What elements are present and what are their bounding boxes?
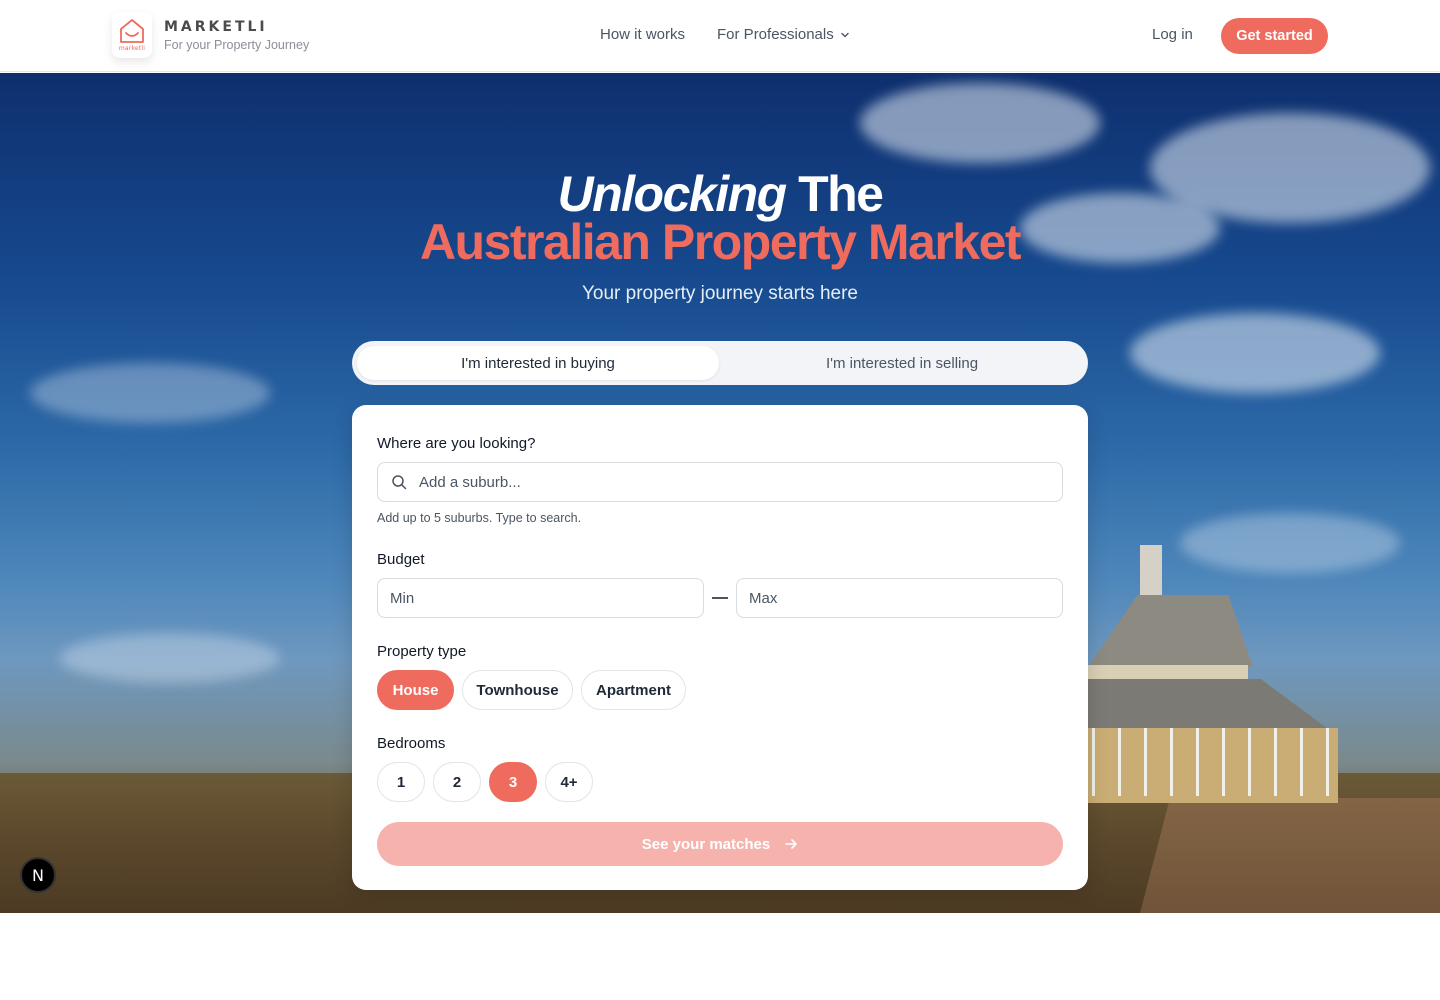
budget-min-input[interactable] <box>377 578 704 618</box>
bedrooms-label: Bedrooms <box>377 735 446 752</box>
house-smile-logo-icon <box>120 19 144 43</box>
bedrooms-option-2[interactable]: 2 <box>433 762 481 802</box>
cloud <box>1130 313 1380 393</box>
budget-max-input[interactable] <box>736 578 1063 618</box>
house-roof <box>1088 595 1253 667</box>
logo-word: marketli <box>118 45 146 52</box>
top-nav-bar: marketli MARKETLI For your Property Jour… <box>0 0 1440 72</box>
dirt-road <box>1140 798 1440 913</box>
search-form-card: Where are you looking? Add up to 5 subur… <box>352 405 1088 890</box>
budget-label: Budget <box>377 551 425 568</box>
suburb-search-field[interactable] <box>377 462 1063 502</box>
tab-selling[interactable]: I'm interested in selling <box>721 346 1083 380</box>
nav-for-professionals-label: For Professionals <box>717 26 834 43</box>
search-hint: Add up to 5 suburbs. Type to search. <box>377 511 582 525</box>
arrow-right-icon <box>785 839 798 849</box>
hero-subtitle: Your property journey starts here <box>581 283 858 304</box>
hero-section: Unlocking The Australian Property Market… <box>0 73 1440 913</box>
brand-tagline: For your Property Journey <box>164 37 310 52</box>
hero-title-line-2: Australian Property Market <box>419 214 1022 270</box>
veranda-roof <box>1088 679 1328 729</box>
property-type-apartment[interactable]: Apartment <box>581 670 686 710</box>
logo[interactable]: marketli <box>112 12 152 58</box>
cloud <box>30 363 270 423</box>
brand-name: MARKETLI <box>164 18 268 35</box>
nav-for-professionals[interactable]: For Professionals <box>717 26 850 43</box>
veranda-posts <box>1092 728 1332 796</box>
main-nav: How it works For Professionals <box>600 26 850 43</box>
intent-tabs: I'm interested in buying I'm interested … <box>352 341 1088 385</box>
login-link[interactable]: Log in <box>1152 26 1193 43</box>
brand-text: MARKETLI For your Property Journey <box>164 19 309 52</box>
bedrooms-option-4-plus[interactable]: 4+ <box>545 762 593 802</box>
cloud <box>60 633 280 683</box>
property-type-townhouse[interactable]: Townhouse <box>462 670 573 710</box>
cloud <box>860 83 1100 163</box>
brand[interactable]: marketli MARKETLI For your Property Jour… <box>112 12 309 58</box>
property-type-house[interactable]: House <box>377 670 454 710</box>
get-started-button[interactable]: Get started <box>1221 18 1328 54</box>
location-label: Where are you looking? <box>377 435 536 452</box>
chevron-down-icon <box>841 32 849 37</box>
see-matches-button[interactable]: See your matches <box>377 822 1063 866</box>
suburb-search-input[interactable] <box>419 473 1019 491</box>
cloud <box>1180 513 1400 573</box>
search-icon <box>392 475 407 490</box>
property-type-label: Property type <box>377 643 467 660</box>
see-matches-label: See your matches <box>641 835 771 853</box>
budget-range-dash <box>712 597 728 599</box>
bedrooms-option-1[interactable]: 1 <box>377 762 425 802</box>
nav-how-it-works[interactable]: How it works <box>600 26 685 43</box>
dev-tools-badge[interactable]: N <box>20 857 56 893</box>
tab-buying[interactable]: I'm interested in buying <box>357 346 719 380</box>
bedrooms-option-3[interactable]: 3 <box>489 762 537 802</box>
